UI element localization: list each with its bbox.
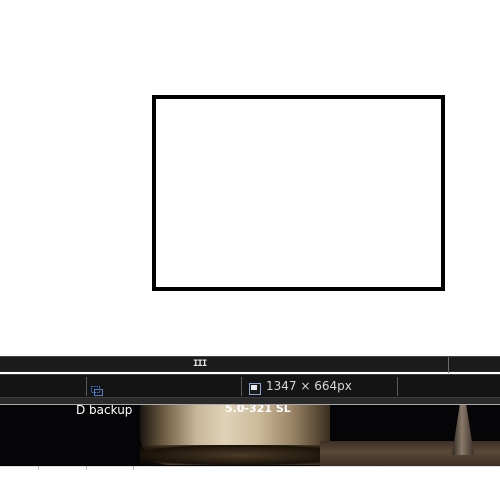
- grip-handle-icon[interactable]: III: [193, 360, 207, 369]
- photo-object-shape: [452, 405, 474, 455]
- selection-rectangle[interactable]: [152, 95, 445, 291]
- status-separator: [241, 377, 242, 396]
- image-dimensions-text: 1347 × 664px: [266, 379, 352, 393]
- handle-divider: [448, 357, 449, 373]
- background-item-label[interactable]: D backup: [76, 405, 132, 417]
- photo-shadow: [140, 445, 340, 465]
- status-separator: [397, 377, 398, 396]
- screen: III 1347 × 664px D backup 5.0-321 SL: [0, 0, 500, 500]
- background-photo: D backup 5.0-321 SL: [0, 405, 500, 500]
- tick-mark: [38, 466, 39, 470]
- tick-mark: [133, 466, 134, 470]
- status-bar: 1347 × 664px: [0, 374, 500, 398]
- photo-lower-area: [0, 467, 500, 500]
- window-border-strip: [0, 398, 500, 405]
- resize-handle-bar[interactable]: III: [0, 356, 500, 373]
- status-separator: [86, 377, 87, 396]
- tick-mark: [86, 466, 87, 470]
- background-item-label[interactable]: 5.0-321 SL: [225, 405, 291, 416]
- image-dimensions-icon: [249, 380, 261, 395]
- selection-size-icon: [91, 381, 103, 396]
- drawing-canvas[interactable]: [0, 0, 500, 356]
